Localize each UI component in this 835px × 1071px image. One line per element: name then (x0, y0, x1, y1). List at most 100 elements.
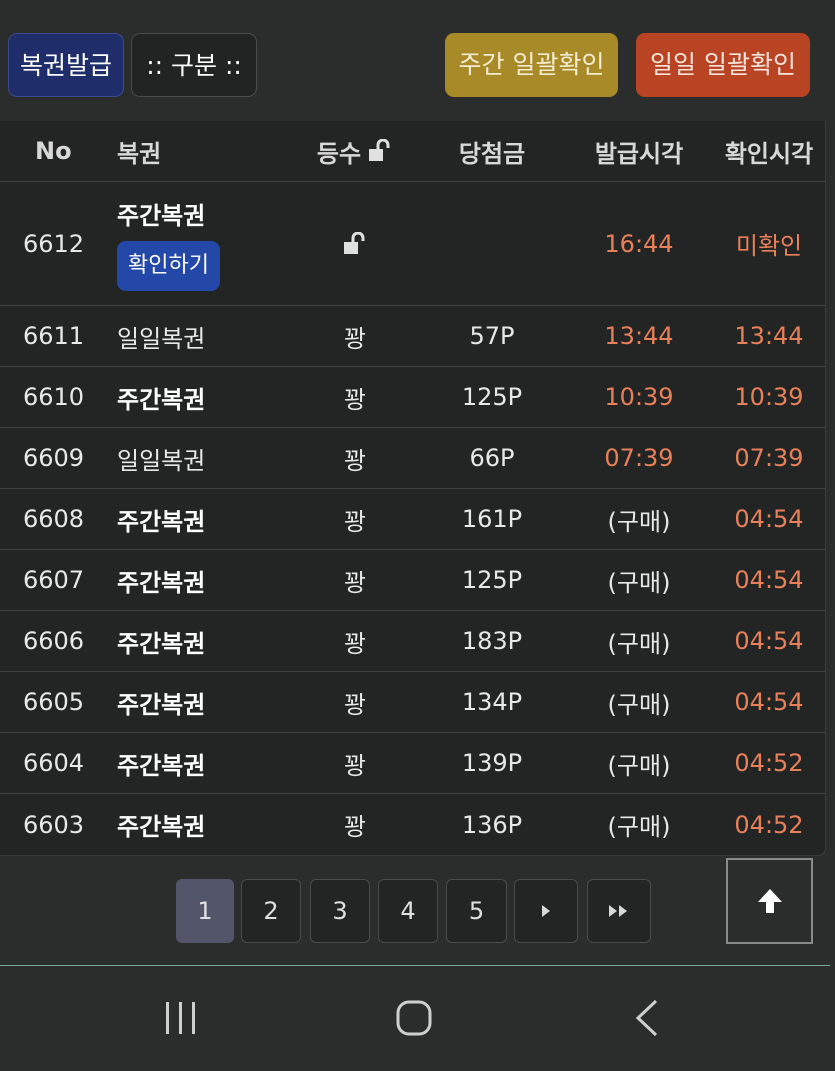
row-grade: 꽝 (343, 385, 367, 414)
row-no: 6608 (23, 505, 85, 533)
page-5-button[interactable]: 5 (446, 879, 507, 943)
next-page-button[interactable] (514, 879, 578, 943)
lottery-table: No 복권 등수 당첨금 발급시각 확인시각 6612 주간복권 확인하기 16… (0, 121, 826, 856)
row-prize: 183P (461, 627, 523, 655)
last-page-button[interactable] (587, 879, 651, 943)
row-type: 주간복권 (117, 813, 206, 841)
row-grade: 꽝 (343, 568, 367, 597)
row-prize: 125P (461, 383, 523, 411)
row-check-time: 04:54 (734, 566, 804, 594)
table-row: 6608 주간복권 꽝 161P (구매) 04:54 (0, 489, 825, 550)
filter-select[interactable]: :: 구분 :: (131, 33, 257, 97)
row-check-time: 10:39 (734, 383, 804, 411)
table-row: 6603 주간복권 꽝 136P (구매) 04:52 (0, 794, 825, 855)
row-type: 주간복권 (117, 690, 206, 719)
page-4-button[interactable]: 4 (378, 879, 438, 943)
row-type: 일일복권 (117, 446, 206, 475)
header-issue-time: 발급시각 (594, 139, 684, 168)
table-row: 6612 주간복권 확인하기 16:44 미확인 (0, 182, 825, 306)
header-check-time: 확인시각 (724, 139, 814, 168)
row-no: 6612 (23, 229, 85, 258)
table-row: 6610 주간복권 꽝 125P 10:39 10:39 (0, 367, 825, 428)
row-prize: 139P (461, 749, 523, 777)
row-check-time: 04:54 (734, 627, 804, 655)
table-row: 6604 주간복권 꽝 139P (구매) 04:52 (0, 733, 825, 794)
row-prize: 161P (461, 505, 523, 533)
table-row: 6611 일일복권 꽝 57P 13:44 13:44 (0, 306, 825, 367)
scroll-to-top-button[interactable] (726, 858, 813, 944)
issue-lottery-button[interactable]: 복권발급 (8, 33, 124, 97)
row-grade: 꽝 (343, 446, 367, 475)
row-prize (432, 182, 552, 305)
row-type: 주간복권 (117, 751, 206, 780)
row-check-time: 04:52 (734, 749, 804, 777)
daily-bulk-check-button[interactable]: 일일 일괄확인 (636, 33, 810, 97)
row-no: 6607 (23, 566, 85, 594)
row-type-cell: 주간복권 확인하기 (117, 182, 297, 305)
page-1-button[interactable]: 1 (176, 879, 234, 943)
table-row: 6609 일일복권 꽝 66P 07:39 07:39 (0, 428, 825, 489)
header-grade-label: 등수 (316, 139, 362, 168)
row-grade: 꽝 (343, 813, 367, 841)
page-3-button[interactable]: 3 (310, 879, 370, 943)
row-no: 6605 (23, 688, 85, 716)
row-issue-time: 10:39 (604, 383, 674, 411)
row-no: 6609 (23, 444, 85, 472)
row-type: 주간복권 (117, 568, 206, 597)
unlock-icon (342, 231, 368, 256)
header-no: No (35, 137, 72, 165)
page-2-button[interactable]: 2 (241, 879, 301, 943)
row-grade: 꽝 (343, 629, 367, 658)
recent-apps-icon[interactable] (163, 998, 199, 1042)
row-check-time: 04:54 (734, 505, 804, 533)
weekly-bulk-check-button[interactable]: 주간 일괄확인 (445, 33, 618, 97)
row-prize: 134P (461, 688, 523, 716)
system-nav-bar (0, 966, 835, 1071)
row-issue-time: 07:39 (604, 444, 674, 472)
row-issue-time: 13:44 (604, 322, 674, 350)
row-no: 6604 (23, 749, 85, 777)
row-check-time: 04:52 (734, 810, 804, 839)
back-icon[interactable] (632, 998, 662, 1042)
row-prize: 136P (461, 810, 523, 839)
confirm-button[interactable]: 확인하기 (117, 241, 220, 291)
row-issue-time: (구매) (607, 751, 671, 780)
row-no: 6606 (23, 627, 85, 655)
row-type: 주간복권 (117, 385, 206, 414)
unlock-icon (367, 139, 393, 163)
toolbar: 복권발급 :: 구분 :: 주간 일괄확인 일일 일괄확인 (8, 33, 810, 97)
lottery-page: 복권발급 :: 구분 :: 주간 일괄확인 일일 일괄확인 No 복권 등수 당… (0, 0, 835, 1071)
row-prize: 57P (469, 322, 515, 350)
row-type: 주간복권 (117, 507, 206, 536)
home-icon[interactable] (394, 998, 434, 1042)
row-grade[interactable] (310, 182, 400, 305)
row-grade: 꽝 (343, 324, 367, 353)
row-no: 6610 (23, 383, 85, 411)
row-issue-time: (구매) (607, 629, 671, 658)
row-no: 6603 (23, 810, 85, 839)
row-issue-time: (구매) (607, 568, 671, 597)
row-check-time: 04:54 (734, 688, 804, 716)
row-grade: 꽝 (343, 751, 367, 780)
header-prize: 당첨금 (458, 139, 526, 168)
row-type: 주간복권 (117, 202, 206, 230)
row-check-time: 07:39 (734, 444, 804, 472)
header-type: 복권 (117, 139, 162, 168)
row-issue-time: (구매) (607, 813, 671, 841)
row-grade: 꽝 (343, 690, 367, 719)
row-prize: 125P (461, 566, 523, 594)
table-row: 6607 주간복권 꽝 125P (구매) 04:54 (0, 550, 825, 611)
row-grade: 꽝 (343, 507, 367, 536)
row-check-time: 미확인 (735, 232, 803, 260)
row-issue-time: 16:44 (604, 229, 674, 258)
table-row: 6605 주간복권 꽝 134P (구매) 04:54 (0, 672, 825, 733)
table-header: No 복권 등수 당첨금 발급시각 확인시각 (0, 121, 825, 182)
table-row: 6606 주간복권 꽝 183P (구매) 04:54 (0, 611, 825, 672)
row-prize: 66P (469, 444, 515, 472)
header-grade[interactable]: 등수 (310, 121, 400, 181)
row-check-time: 13:44 (734, 322, 804, 350)
row-type: 일일복권 (117, 324, 206, 353)
row-issue-time: (구매) (607, 690, 671, 719)
row-issue-time: (구매) (607, 507, 671, 536)
row-type: 주간복권 (117, 629, 206, 658)
